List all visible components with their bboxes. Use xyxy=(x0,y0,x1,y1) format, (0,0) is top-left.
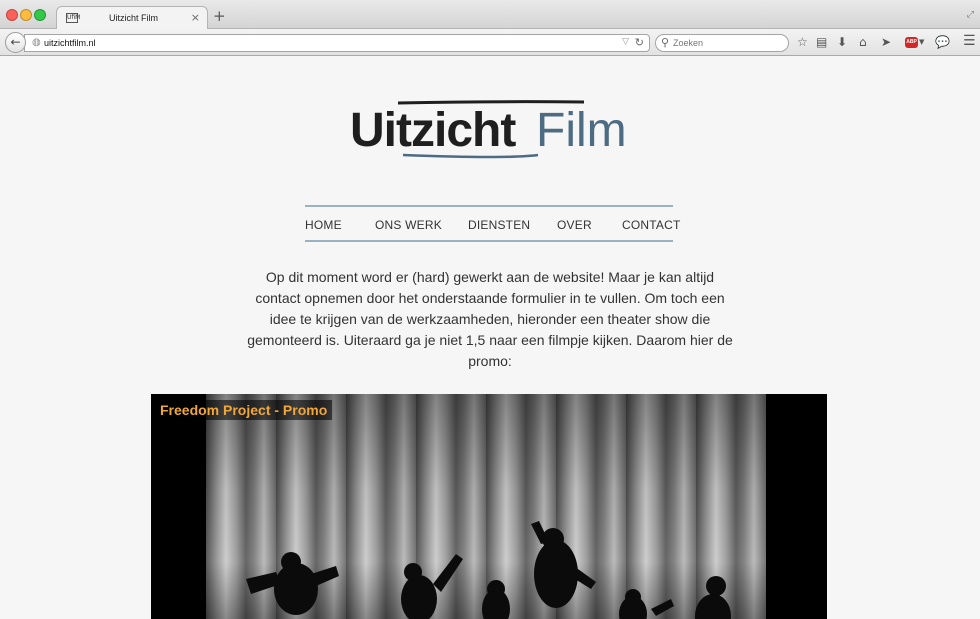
tab-close-icon[interactable]: × xyxy=(191,11,200,24)
fullscreen-icon[interactable]: ⤢ xyxy=(967,10,974,20)
search-input[interactable] xyxy=(673,38,783,48)
search-icon: ⚲ xyxy=(661,36,670,49)
favicon-icon: UfiM xyxy=(66,13,81,23)
adblock-dropdown-icon[interactable]: ▼ xyxy=(919,38,924,46)
window-minimize-button[interactable] xyxy=(20,9,32,21)
home-icon[interactable]: ⌂ xyxy=(859,35,867,49)
chat-icon[interactable]: 💬 xyxy=(935,35,950,49)
tab-title: Uitzicht Film xyxy=(109,13,158,23)
back-arrow-icon: ← xyxy=(10,35,21,49)
video-player[interactable]: Freedom Project - Promo xyxy=(151,394,827,619)
video-frame-dancers xyxy=(246,521,731,619)
main-nav: HOME ONS WERK DIENSTEN OVER CONTACT xyxy=(305,205,680,242)
video-title[interactable]: Freedom Project - Promo xyxy=(155,400,333,420)
nav-home[interactable]: HOME xyxy=(305,218,342,232)
site-logo[interactable]: Uitzicht Film xyxy=(348,99,630,161)
page-content: Uitzicht Film HOME ONS WERK DIENSTEN OVE… xyxy=(0,57,980,619)
url-dropdown-icon[interactable]: ▽ xyxy=(622,37,629,47)
reading-list-icon[interactable]: ▤ xyxy=(816,35,827,49)
bookmark-star-icon[interactable]: ☆ xyxy=(797,35,808,49)
back-button[interactable]: ← xyxy=(5,32,26,53)
browser-navbar: ◍ uitzichtfilm.nl ▽ ↻ ← ⚲ ☆ ▤ ⬇ ⌂ ➤ ABP … xyxy=(0,29,980,56)
nav-over[interactable]: OVER xyxy=(557,218,592,232)
download-icon[interactable]: ⬇ xyxy=(837,35,847,49)
address-bar[interactable]: ◍ uitzichtfilm.nl ▽ ↻ xyxy=(24,34,650,52)
intro-paragraph: Op dit moment word er (hard) gewerkt aan… xyxy=(247,269,733,369)
nav-ons-werk[interactable]: ONS WERK xyxy=(375,218,442,232)
browser-titlebar: UfiM Uitzicht Film × + ⤢ xyxy=(0,0,980,30)
new-tab-button[interactable]: + xyxy=(213,9,226,24)
menu-icon[interactable]: ☰ xyxy=(963,34,976,48)
reload-icon[interactable]: ↻ xyxy=(635,36,644,49)
share-icon[interactable]: ➤ xyxy=(881,35,891,49)
nav-diensten[interactable]: DIENSTEN xyxy=(468,218,530,232)
adblock-icon[interactable]: ABP xyxy=(905,37,918,48)
browser-tab[interactable]: UfiM Uitzicht Film × xyxy=(56,6,208,30)
logo-word-film: Film xyxy=(536,104,627,157)
url-text[interactable]: uitzichtfilm.nl xyxy=(44,38,96,48)
search-box[interactable]: ⚲ xyxy=(655,34,789,52)
globe-icon: ◍ xyxy=(32,37,41,48)
window-close-button[interactable] xyxy=(6,9,18,21)
nav-contact[interactable]: CONTACT xyxy=(622,218,681,232)
window-maximize-button[interactable] xyxy=(34,9,46,21)
logo-word-uitzicht: Uitzicht xyxy=(350,104,516,157)
